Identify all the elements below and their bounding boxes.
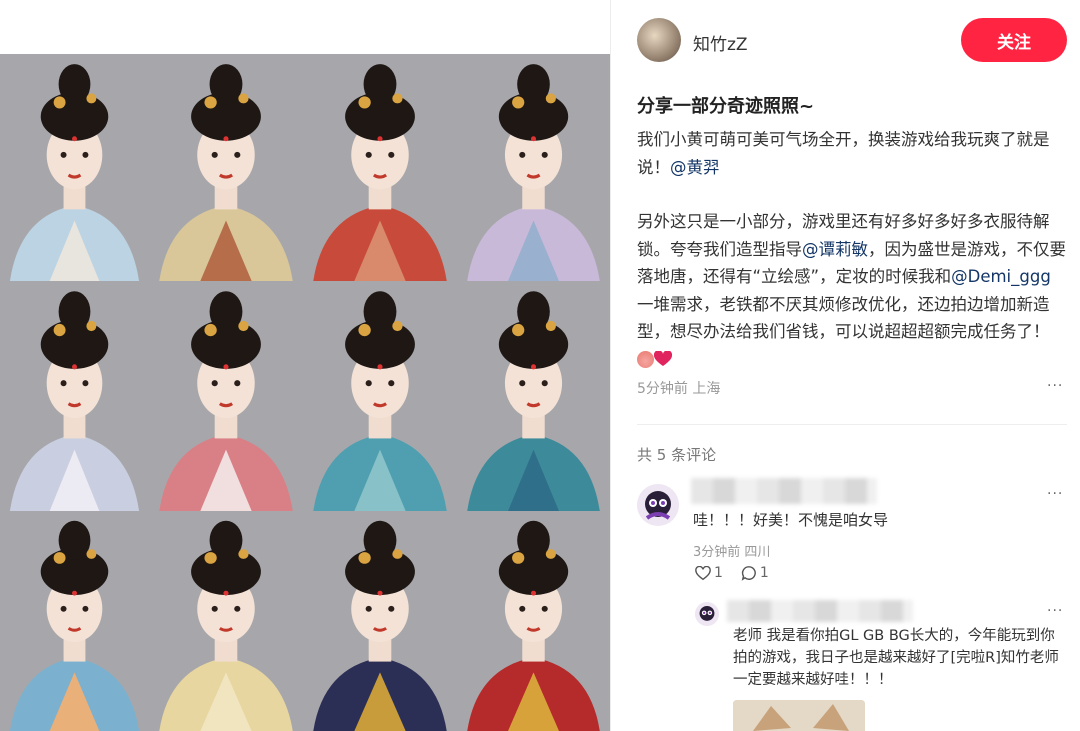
post-title: 分享一部分奇迹照照~ xyxy=(637,96,815,117)
comment-count: 共 5 条评论 xyxy=(637,446,717,464)
photo-tile[interactable] xyxy=(0,54,149,281)
author-avatar[interactable] xyxy=(637,18,681,62)
photo-tile[interactable] xyxy=(303,511,457,731)
post-body: 我们小黄可萌可美可气场全开，换装游戏给我玩爽了就是说！@黄羿 另外这只是一小部分… xyxy=(637,126,1067,373)
reply-image[interactable] xyxy=(733,700,865,731)
body-text: 一堆需求，老铁都不厌其烦修改优化，还边拍边增加新造型，想尽办法给我们省钱，可以说… xyxy=(637,294,1050,342)
separator xyxy=(637,424,1067,425)
comment-text: 哇！！！好美！不愧是咱女导 xyxy=(693,511,889,529)
photo-tile[interactable] xyxy=(303,281,457,511)
heart-icon xyxy=(695,565,711,580)
more-icon[interactable]: ··· xyxy=(1047,486,1063,502)
mention-link[interactable]: @谭莉敏 xyxy=(802,240,868,259)
reply-button[interactable]: 1 xyxy=(741,565,769,581)
reply-count: 1 xyxy=(759,565,769,581)
more-icon[interactable]: ··· xyxy=(1047,603,1063,619)
photo-tile[interactable] xyxy=(149,281,303,511)
replier-avatar[interactable] xyxy=(695,602,719,626)
follow-button[interactable]: 关注 xyxy=(961,18,1067,62)
post-meta: 5分钟前 上海 xyxy=(637,381,721,397)
comment-meta: 3分钟前 四川 xyxy=(693,545,771,560)
comment-actions: 1 1 xyxy=(695,565,769,581)
more-icon[interactable]: ··· xyxy=(1047,378,1063,394)
photo-tile[interactable] xyxy=(457,54,610,281)
like-count: 1 xyxy=(714,565,723,581)
blurred-username xyxy=(691,478,877,504)
mention-link[interactable]: @Demi_ggg xyxy=(951,267,1051,286)
reply-text: 老师 我是看你拍GL GB BG长大的，今年能玩到你拍的游戏，我日子也是越来越好… xyxy=(733,628,1059,688)
post-panel: 知竹zZ 关注 分享一部分奇迹照照~ 我们小黄可萌可美可气场全开，换装游戏给我玩… xyxy=(611,0,1080,731)
photo-tile[interactable] xyxy=(303,54,457,281)
photo-tile[interactable] xyxy=(149,511,303,731)
comment-icon xyxy=(741,566,756,581)
photo-tile[interactable] xyxy=(0,281,149,511)
author-name[interactable]: 知竹zZ xyxy=(693,30,748,55)
photo-tile[interactable] xyxy=(457,511,610,731)
photo-tile[interactable] xyxy=(0,511,149,731)
red-heart-emoji-icon xyxy=(653,349,673,366)
photo-grid[interactable] xyxy=(0,54,610,731)
blurred-username xyxy=(727,600,913,622)
mention-link[interactable]: @黄羿 xyxy=(670,158,720,177)
photo-tile[interactable] xyxy=(457,281,610,511)
commenter-avatar[interactable] xyxy=(637,484,679,526)
like-button[interactable]: 1 xyxy=(695,565,723,581)
photo-tile[interactable] xyxy=(149,54,303,281)
peach-emoji-icon xyxy=(637,350,654,368)
media-area[interactable] xyxy=(0,0,610,731)
